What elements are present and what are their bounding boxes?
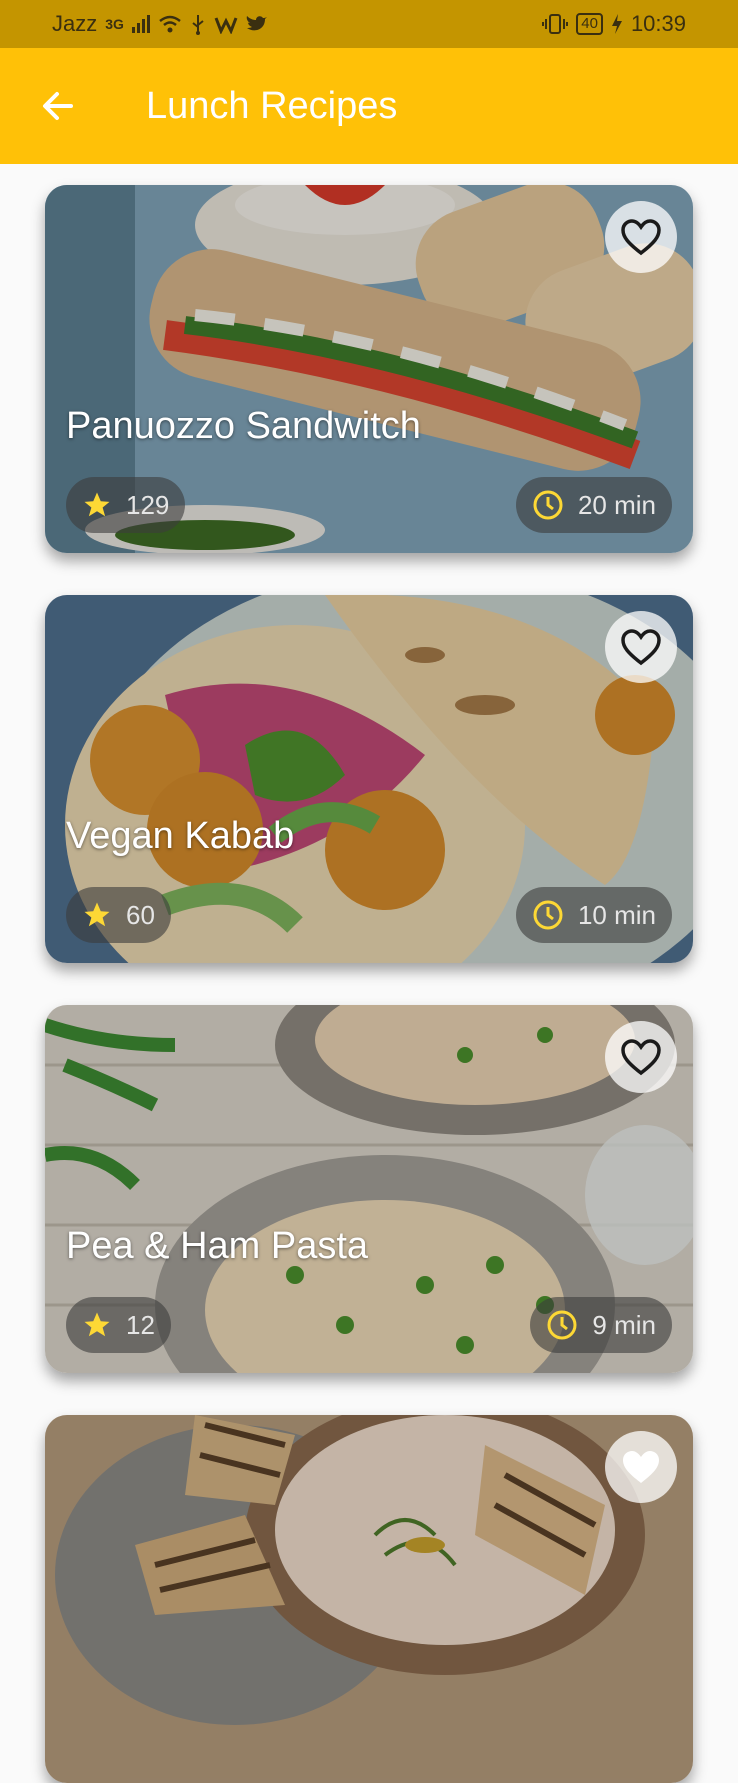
app-bar: Lunch Recipes — [0, 48, 738, 164]
arrow-left-icon — [43, 92, 73, 120]
favorite-button[interactable] — [605, 1021, 677, 1093]
rating-badge: 129 — [66, 477, 186, 533]
twitter-icon — [246, 16, 267, 31]
clock-icon — [533, 490, 563, 520]
clock-time: 10:39 — [630, 11, 686, 36]
cook-time: 9 min — [592, 1309, 656, 1340]
charging-icon — [611, 14, 622, 34]
rating-badge: 60 — [66, 887, 171, 943]
network-type: 3G — [105, 16, 124, 32]
recipe-card[interactable] — [45, 1415, 693, 1783]
heart-outline-icon — [621, 629, 661, 666]
recipe-title: Vegan Kabab — [66, 815, 295, 857]
heart-outline-icon — [621, 219, 661, 256]
status-bar: Jazz 3G 40 10:39 — [0, 0, 738, 48]
status-left: Jazz 3G — [52, 11, 268, 37]
signal-icon — [131, 15, 150, 33]
star-icon — [84, 1312, 110, 1337]
recipe-title: Pea & Ham Pasta — [66, 1225, 369, 1267]
star-icon — [84, 492, 110, 517]
usb-icon — [192, 15, 204, 35]
app-w-icon — [214, 17, 238, 34]
clock-icon — [547, 1310, 577, 1340]
heart-outline-icon — [621, 1039, 661, 1076]
time-badge: 9 min — [530, 1297, 672, 1353]
favorite-button[interactable] — [605, 1431, 677, 1503]
recipe-title: Panuozzo Sandwitch — [66, 405, 421, 447]
status-right: 40 10:39 — [542, 11, 686, 37]
rating-count: 60 — [126, 899, 155, 930]
back-button[interactable] — [28, 76, 88, 136]
rating-badge: 12 — [66, 1297, 171, 1353]
favorite-button[interactable] — [605, 201, 677, 273]
cook-time: 10 min — [577, 899, 656, 930]
heart-filled-icon — [623, 1451, 659, 1483]
cook-time: 20 min — [577, 489, 656, 520]
vibrate-icon — [542, 14, 569, 34]
recipe-card[interactable]: Pea & Ham Pasta 12 9 min — [45, 1005, 693, 1373]
star-icon — [84, 902, 110, 927]
time-badge: 10 min — [515, 887, 672, 943]
time-badge: 20 min — [515, 477, 672, 533]
carrier-label: Jazz — [52, 11, 98, 36]
recipe-card[interactable]: Panuozzo Sandwitch 129 20 min — [45, 185, 693, 553]
rating-count: 129 — [126, 489, 170, 520]
battery-level: 40 — [576, 13, 603, 35]
wifi-icon — [159, 15, 181, 33]
recipe-card[interactable]: Vegan Kabab 60 10 min — [45, 595, 693, 963]
page-title: Lunch Recipes — [146, 84, 398, 127]
image-overlay — [45, 1415, 693, 1783]
clock-icon — [533, 900, 563, 930]
favorite-button[interactable] — [605, 611, 677, 683]
rating-count: 12 — [126, 1309, 155, 1340]
